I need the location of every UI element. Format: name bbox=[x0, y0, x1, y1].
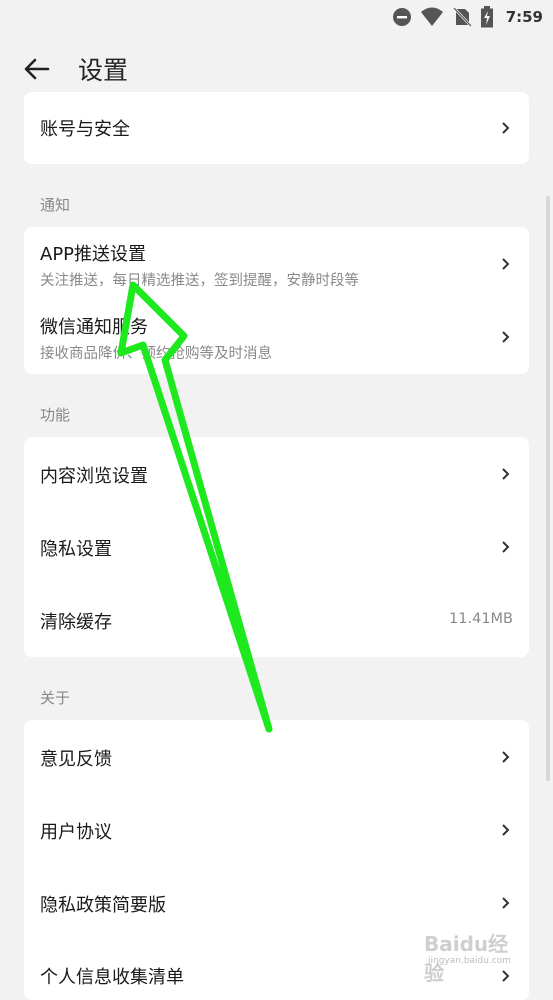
chevron-right-icon bbox=[502, 468, 510, 480]
account-card: 账号与安全 bbox=[24, 92, 529, 164]
chevron-right-icon bbox=[502, 824, 510, 836]
row-label: 隐私政策简要版 bbox=[40, 895, 166, 916]
section-header-features: 功能 bbox=[40, 406, 71, 424]
row-label: 意见反馈 bbox=[40, 749, 112, 770]
battery-charging-icon bbox=[480, 6, 493, 28]
row-user-agreement[interactable]: 用户协议 bbox=[24, 793, 529, 866]
row-label: 用户协议 bbox=[40, 822, 112, 843]
row-label: APP推送设置 bbox=[40, 244, 147, 265]
row-content-browsing[interactable]: 内容浏览设置 bbox=[24, 437, 529, 510]
chevron-right-icon bbox=[502, 541, 510, 553]
page-title: 设置 bbox=[78, 56, 129, 85]
do-not-disturb-icon bbox=[392, 8, 411, 26]
section-header-notify: 通知 bbox=[40, 196, 71, 214]
chevron-right-icon bbox=[502, 122, 510, 134]
features-card: 内容浏览设置 隐私设置 清除缓存 11.41MB bbox=[24, 437, 529, 657]
row-account-security[interactable]: 账号与安全 bbox=[24, 92, 529, 164]
chevron-right-icon bbox=[502, 331, 510, 343]
row-feedback[interactable]: 意见反馈 bbox=[24, 720, 529, 793]
row-label: 内容浏览设置 bbox=[40, 466, 148, 487]
row-label: 账号与安全 bbox=[40, 119, 130, 140]
row-label: 微信通知服务 bbox=[40, 317, 148, 338]
clock-time: 7:59 bbox=[505, 8, 543, 26]
back-button[interactable] bbox=[22, 54, 52, 84]
notify-card: APP推送设置 关注推送，每日精选推送，签到提醒，安静时段等 微信通知服务 接收… bbox=[24, 227, 529, 374]
section-header-about: 关于 bbox=[40, 689, 71, 707]
scrollbar[interactable] bbox=[546, 196, 550, 781]
watermark-url: jingyan.baidu.com bbox=[428, 956, 512, 966]
back-arrow-icon bbox=[24, 58, 50, 80]
row-subtitle: 关注推送，每日精选推送，签到提醒，安静时段等 bbox=[40, 273, 359, 289]
chevron-right-icon bbox=[502, 751, 510, 763]
wifi-icon bbox=[420, 7, 443, 26]
row-label: 个人信息收集清单 bbox=[40, 967, 184, 988]
row-label: 隐私设置 bbox=[40, 539, 112, 560]
row-subtitle: 接收商品降价、预约抢购等及时消息 bbox=[40, 346, 272, 362]
status-bar: 7:59 bbox=[0, 0, 553, 34]
chevron-right-icon bbox=[502, 258, 510, 270]
chevron-right-icon bbox=[502, 897, 510, 909]
row-clear-cache[interactable]: 清除缓存 11.41MB bbox=[24, 583, 529, 657]
row-app-push-settings[interactable]: APP推送设置 关注推送，每日精选推送，签到提醒，安静时段等 bbox=[24, 227, 529, 300]
row-label: 清除缓存 bbox=[40, 612, 112, 633]
no-sim-icon bbox=[452, 7, 472, 27]
baidu-jingyan-watermark: Baidu经验 jingyan.baidu.com bbox=[424, 928, 524, 985]
cache-size-value: 11.41MB bbox=[449, 611, 513, 627]
row-privacy-settings[interactable]: 隐私设置 bbox=[24, 510, 529, 583]
row-wechat-notify[interactable]: 微信通知服务 接收商品降价、预约抢购等及时消息 bbox=[24, 300, 529, 374]
